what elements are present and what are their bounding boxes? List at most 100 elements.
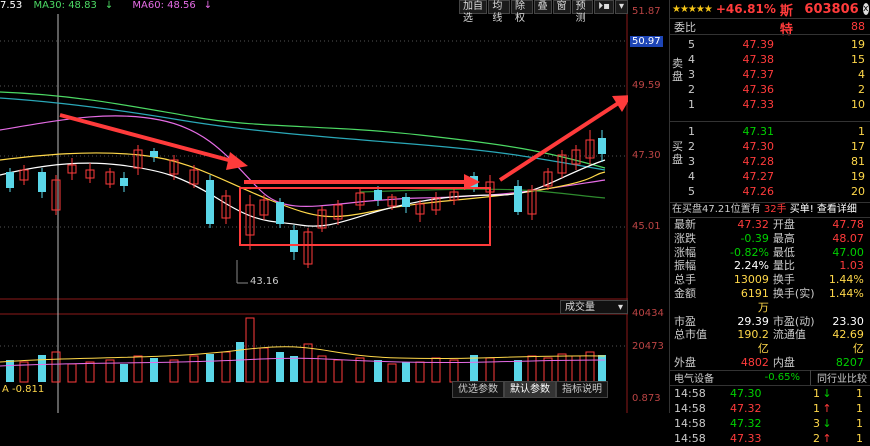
low-price-label: 43.16 — [250, 276, 279, 287]
quote-value: 42.69亿 — [832, 328, 864, 356]
volume-bar — [402, 362, 410, 382]
chevron-down-icon: ▾ — [617, 302, 623, 313]
ask-level: 5 — [688, 38, 695, 51]
kline-svg[interactable] — [0, 0, 628, 413]
tab-preferred-params[interactable]: 优选参数 — [452, 381, 504, 398]
bid-row[interactable]: 1 47.31 1 — [688, 124, 870, 139]
quote-value: 47.32 — [737, 218, 769, 231]
ask-level: 1 — [688, 98, 695, 111]
quote-value: 47.78 — [832, 218, 864, 231]
ask-row[interactable]: 4 47.38 15 — [688, 52, 870, 67]
ask-price: 47.33 — [742, 98, 775, 111]
quote-panel: ★★★★★ +46.81% 福斯特 603806 x 委比 88 卖盘 5 47.… — [669, 0, 870, 445]
bid-row[interactable]: 3 47.28 81 — [688, 154, 870, 169]
overlay-button[interactable]: 叠 — [533, 0, 552, 14]
add-watchlist-button[interactable]: 加自选 — [459, 0, 488, 24]
price-label: 51.87 — [632, 6, 661, 17]
bid-book: 买盘 1 47.31 1 2 47.30 17 3 47.28 81 4 47.27 19 5 47.26… — [670, 121, 870, 202]
quote-key: 开盘 — [772, 218, 795, 231]
volume-bar — [333, 359, 343, 383]
ma30-label: MA30: 48.83 ↓ — [33, 0, 121, 11]
candle — [6, 172, 14, 188]
quote-key: 总手 — [674, 273, 696, 287]
tick-row: 14:58 47.32 1 ↑ 1 — [674, 401, 870, 416]
quote-value: 1.44% — [828, 286, 864, 300]
bid-rows: 1 47.31 1 2 47.30 17 3 47.28 81 4 47.27 19 5 47.26 20 — [670, 122, 870, 199]
buy-side-label: 买盘 — [672, 140, 683, 166]
ask-level: 2 — [688, 83, 695, 96]
industry-name[interactable]: 电气设备 — [674, 370, 714, 385]
quote-key: 换手(实) — [772, 286, 815, 300]
dropdown-icon[interactable]: ▾ — [614, 0, 628, 14]
quote-value: 47.00 — [832, 245, 864, 259]
bid-volume: 20 — [851, 185, 865, 198]
indicator-selector-label: 成交量 — [565, 302, 595, 313]
quote-value: 29.39 — [737, 314, 769, 328]
volume-ma-line — [0, 346, 606, 363]
tick-time: 14:58 — [674, 386, 706, 400]
tick-volume: 2 — [813, 431, 820, 445]
ask-price: 47.37 — [742, 68, 775, 81]
quote-value: 1.03 — [839, 259, 864, 273]
volume-bar — [431, 357, 441, 383]
kline-chart-area[interactable]: 7.53 MA30: 48.83 ↓ MA60: 48.56 ↓ 加自选 均线 除权… — [0, 0, 664, 413]
tick-list[interactable]: 14:58 47.30 1 ↓ 1 14:58 47.32 1 ↑ 1 14:58 47.32 3 ↓ 1 1… — [670, 384, 870, 446]
quote-value: 13009 — [733, 273, 769, 287]
bid-volume: 17 — [851, 140, 865, 153]
candle — [514, 186, 522, 212]
ask-rows: 5 47.39 19 4 47.38 15 3 47.37 4 2 47.36 2 1 47.33 10 — [670, 35, 870, 112]
large-bid-alert[interactable]: 在买盘47.21位置有 32手 买单! 查看详细 — [670, 202, 870, 217]
quote-key: 最低 — [772, 245, 795, 259]
industry-compare-button[interactable]: 同行业比较 — [810, 370, 867, 386]
candle — [290, 230, 298, 252]
volume-bar — [470, 355, 478, 382]
candle — [276, 202, 284, 224]
bid-row[interactable]: 4 47.27 19 — [688, 169, 870, 184]
tab-default-params[interactable]: 默认参数 — [504, 381, 556, 398]
volume-bar — [387, 363, 397, 383]
price-label: 45.01 — [632, 221, 661, 232]
ma-button[interactable]: 均线 — [488, 0, 510, 24]
ask-row[interactable]: 1 47.33 10 — [688, 97, 870, 112]
volume-bar — [85, 361, 95, 383]
exright-button[interactable]: 除权 — [510, 0, 533, 24]
candle — [598, 138, 606, 154]
volume-bar — [221, 351, 231, 383]
tab-indicator-help[interactable]: 指标说明 — [556, 381, 608, 398]
window-button[interactable]: 窗 — [552, 0, 571, 14]
bid-row[interactable]: 5 47.26 20 — [688, 184, 870, 199]
ask-row[interactable]: 5 47.39 19 — [688, 37, 870, 52]
play-icon[interactable]: ⏵▪ — [594, 0, 614, 14]
quote-value: 190.2亿 — [737, 328, 769, 356]
ask-price: 47.39 — [742, 38, 775, 51]
quote-key: 总市值 — [674, 328, 707, 342]
quote-value: 1.44% — [828, 273, 864, 287]
bid-level: 5 — [688, 185, 695, 198]
ma-flat-line — [359, 188, 606, 199]
volume-bar — [557, 353, 567, 383]
candle — [374, 190, 382, 200]
ask-row[interactable]: 3 47.37 4 — [688, 67, 870, 82]
volume-bar — [585, 351, 595, 383]
bid-row[interactable]: 2 47.30 17 — [688, 139, 870, 154]
ask-price: 47.36 — [742, 83, 775, 96]
view-detail-link[interactable]: 买单! 查看详细 — [790, 204, 857, 215]
weibi-value: 88 — [851, 20, 865, 33]
quote-value: 8207 — [835, 355, 864, 369]
ma5-value: 7.53 — [0, 0, 23, 11]
quote-value: -0.39 — [740, 231, 769, 245]
close-icon[interactable]: x — [862, 3, 869, 15]
price-label: 47.30 — [632, 150, 661, 161]
quote-key: 涨幅 — [674, 245, 696, 259]
quote-key: 市盈 — [674, 314, 696, 328]
tick-count: 1 — [856, 416, 863, 430]
price-label: 49.59 — [632, 80, 661, 91]
indicator-selector[interactable]: 成交量 ▾ — [560, 300, 628, 314]
quote-key: 流通值 — [772, 328, 806, 342]
tick-direction-icon: ↓ — [822, 416, 832, 430]
forecast-button[interactable]: 预测 — [571, 0, 594, 24]
candle — [120, 178, 128, 186]
tick-volume: 1 — [813, 386, 820, 400]
ask-row[interactable]: 2 47.36 2 — [688, 82, 870, 97]
bid-level: 3 — [688, 155, 695, 168]
